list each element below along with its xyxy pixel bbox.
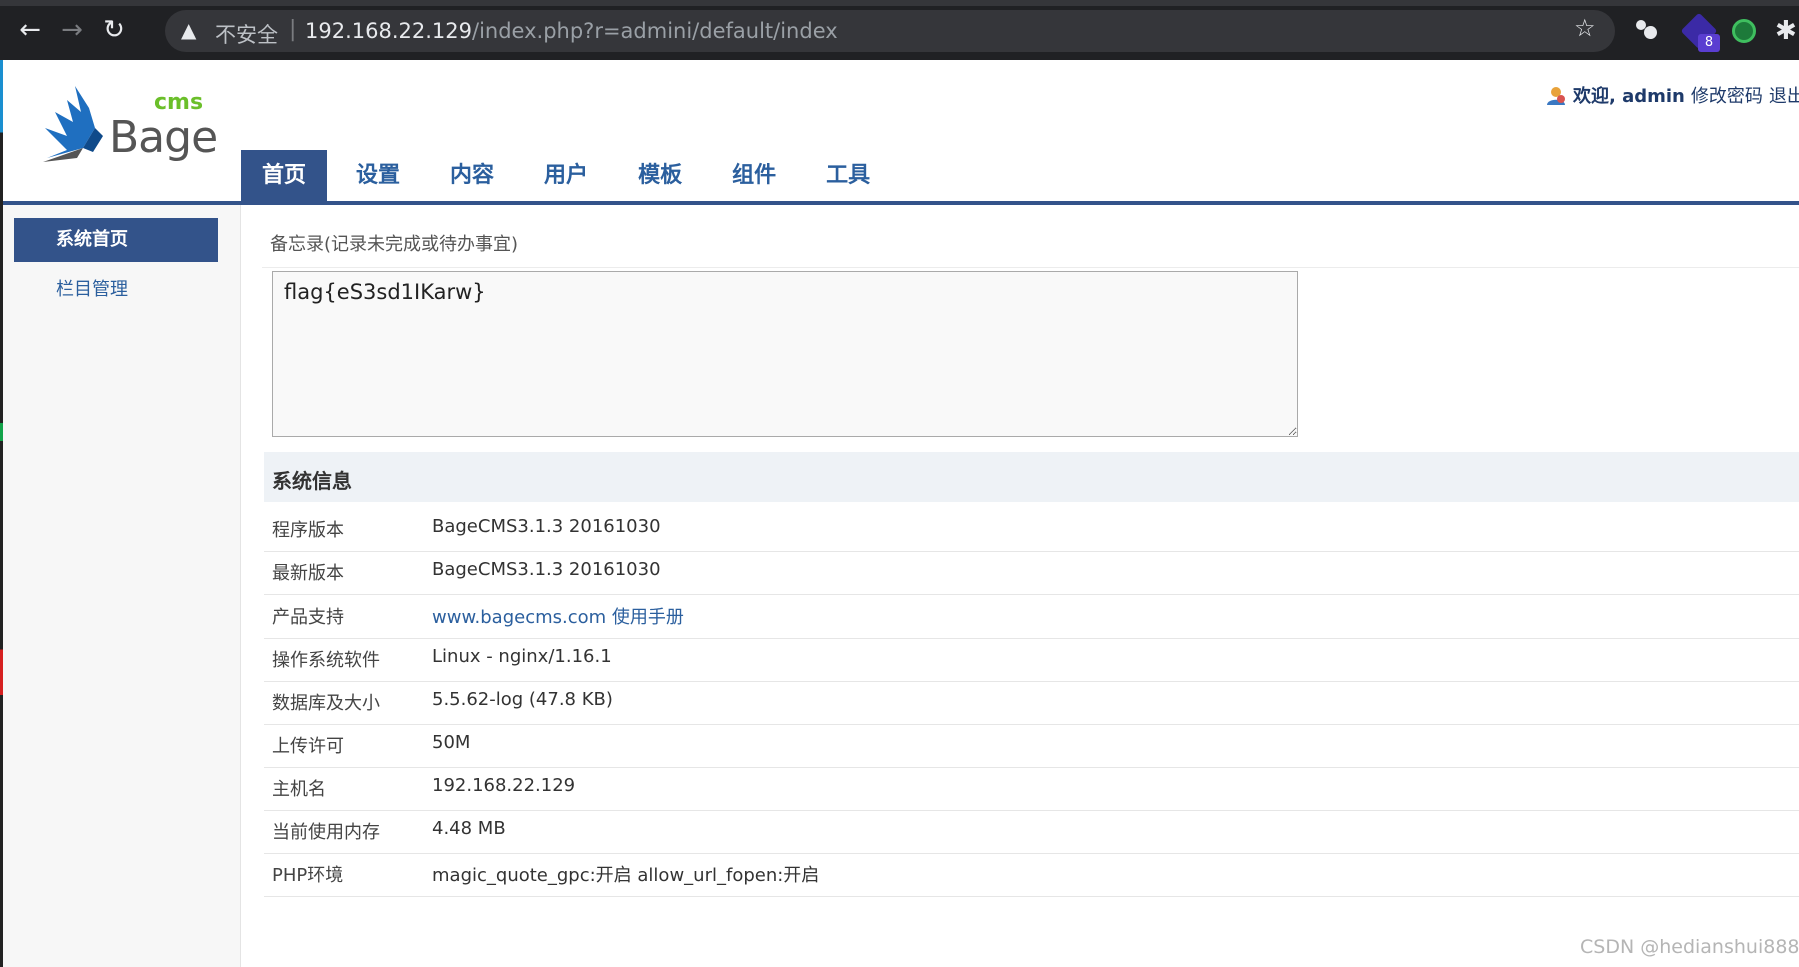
info-key: 当前使用内存	[272, 822, 380, 843]
memo-textarea[interactable]: flag{eS3sd1IKarw}	[272, 271, 1298, 437]
tab-templates[interactable]: 模板	[617, 150, 703, 202]
change-password-link[interactable]: 修改密码	[1691, 86, 1763, 107]
address-bar[interactable]: ▲ 不安全 | 192.168.22.129/index.php?r=admin…	[165, 10, 1615, 52]
csdn-watermark: CSDN @hedianshui888	[1580, 936, 1799, 958]
warning-icon[interactable]: ▲	[181, 18, 196, 42]
bird-logo-icon	[43, 86, 103, 162]
info-key: 主机名	[272, 779, 326, 800]
memo-label: 备忘录(记录未完成或待办事宜)	[270, 234, 519, 255]
bagecms-logo[interactable]: cms Bage	[37, 78, 227, 178]
info-key: PHP环境	[272, 865, 344, 886]
url-host: 192.168.22.129	[305, 19, 472, 43]
system-info-title: 系统信息	[272, 469, 352, 493]
site-header: cms Bage 欢迎, admin 修改密码退出登 首页 设置 内容 用户 模板…	[3, 60, 1799, 205]
address-separator: |	[289, 17, 297, 42]
tab-users[interactable]: 用户	[523, 150, 609, 202]
info-row-php-env: PHP环境 magic_quote_gpc:开启 allow_url_fopen…	[264, 847, 1799, 897]
back-arrow-icon[interactable]: ←	[14, 14, 46, 46]
main-content: 备忘录(记录未完成或待办事宜) flag{eS3sd1IKarw} 系统信息 程…	[242, 205, 1799, 967]
sidebar-item-column-management[interactable]: 栏目管理	[14, 268, 218, 312]
url-text[interactable]: 192.168.22.129/index.php?r=admini/defaul…	[305, 19, 838, 43]
info-value: 4.48 MB	[432, 818, 506, 839]
info-value: Linux - nginx/1.16.1	[432, 646, 612, 667]
forward-arrow-icon[interactable]: →	[56, 14, 88, 46]
info-value: 50M	[432, 732, 471, 753]
url-path: /index.php?r=admini/default/index	[472, 19, 838, 43]
tab-content[interactable]: 内容	[429, 150, 515, 202]
security-label[interactable]: 不安全	[215, 19, 278, 49]
bookmark-star-icon[interactable]: ☆	[1574, 14, 1596, 42]
tab-components[interactable]: 组件	[711, 150, 797, 202]
info-value: 192.168.22.129	[432, 775, 576, 796]
info-value: magic_quote_gpc:开启 allow_url_fopen:开启	[432, 865, 820, 886]
user-avatar-icon	[1547, 87, 1565, 105]
info-value: 5.5.62-log (47.8 KB)	[432, 689, 613, 710]
info-key: 程序版本	[272, 520, 344, 541]
info-key: 操作系统软件	[272, 650, 380, 671]
user-welcome: 欢迎, admin 修改密码退出登	[1545, 82, 1799, 108]
welcome-text: 欢迎, admin	[1573, 86, 1685, 107]
logout-link[interactable]: 退出登	[1769, 86, 1799, 107]
sidebar: 系统首页 栏目管理	[3, 205, 241, 967]
sidebar-item-system-home[interactable]: 系统首页	[14, 218, 218, 262]
memo-divider	[262, 267, 1799, 268]
info-key: 产品支持	[272, 607, 344, 628]
extension-green-icon[interactable]	[1732, 19, 1756, 43]
system-info-header: 系统信息	[264, 452, 1799, 502]
extension-cookie-icon[interactable]	[1636, 20, 1658, 40]
browser-toolbar: ← → ↻ ▲ 不安全 | 192.168.22.129/index.php?r…	[0, 0, 1799, 60]
logo-bage-text: Bage	[109, 112, 218, 163]
extension-badge: 8	[1698, 34, 1720, 52]
tab-settings[interactable]: 设置	[335, 150, 421, 202]
tab-home[interactable]: 首页	[241, 150, 328, 202]
info-value: BageCMS3.1.3 20161030	[432, 516, 661, 537]
extensions-puzzle-icon[interactable]: ✱	[1775, 16, 1797, 46]
main-nav: 首页 设置 内容 用户 模板 组件 工具	[241, 150, 899, 202]
info-key: 数据库及大小	[272, 693, 380, 714]
info-value: BageCMS3.1.3 20161030	[432, 559, 661, 580]
info-key: 最新版本	[272, 563, 344, 584]
tab-tools[interactable]: 工具	[805, 150, 891, 202]
reload-icon[interactable]: ↻	[98, 14, 130, 46]
info-value: www.bagecms.com 使用手册	[432, 603, 684, 629]
bagecms-website-link[interactable]: www.bagecms.com	[432, 607, 606, 628]
user-manual-link[interactable]: 使用手册	[612, 607, 684, 628]
info-row-latest-version: 最新版本 BageCMS3.1.3 20161030	[264, 545, 1799, 595]
info-key: 上传许可	[272, 736, 344, 757]
